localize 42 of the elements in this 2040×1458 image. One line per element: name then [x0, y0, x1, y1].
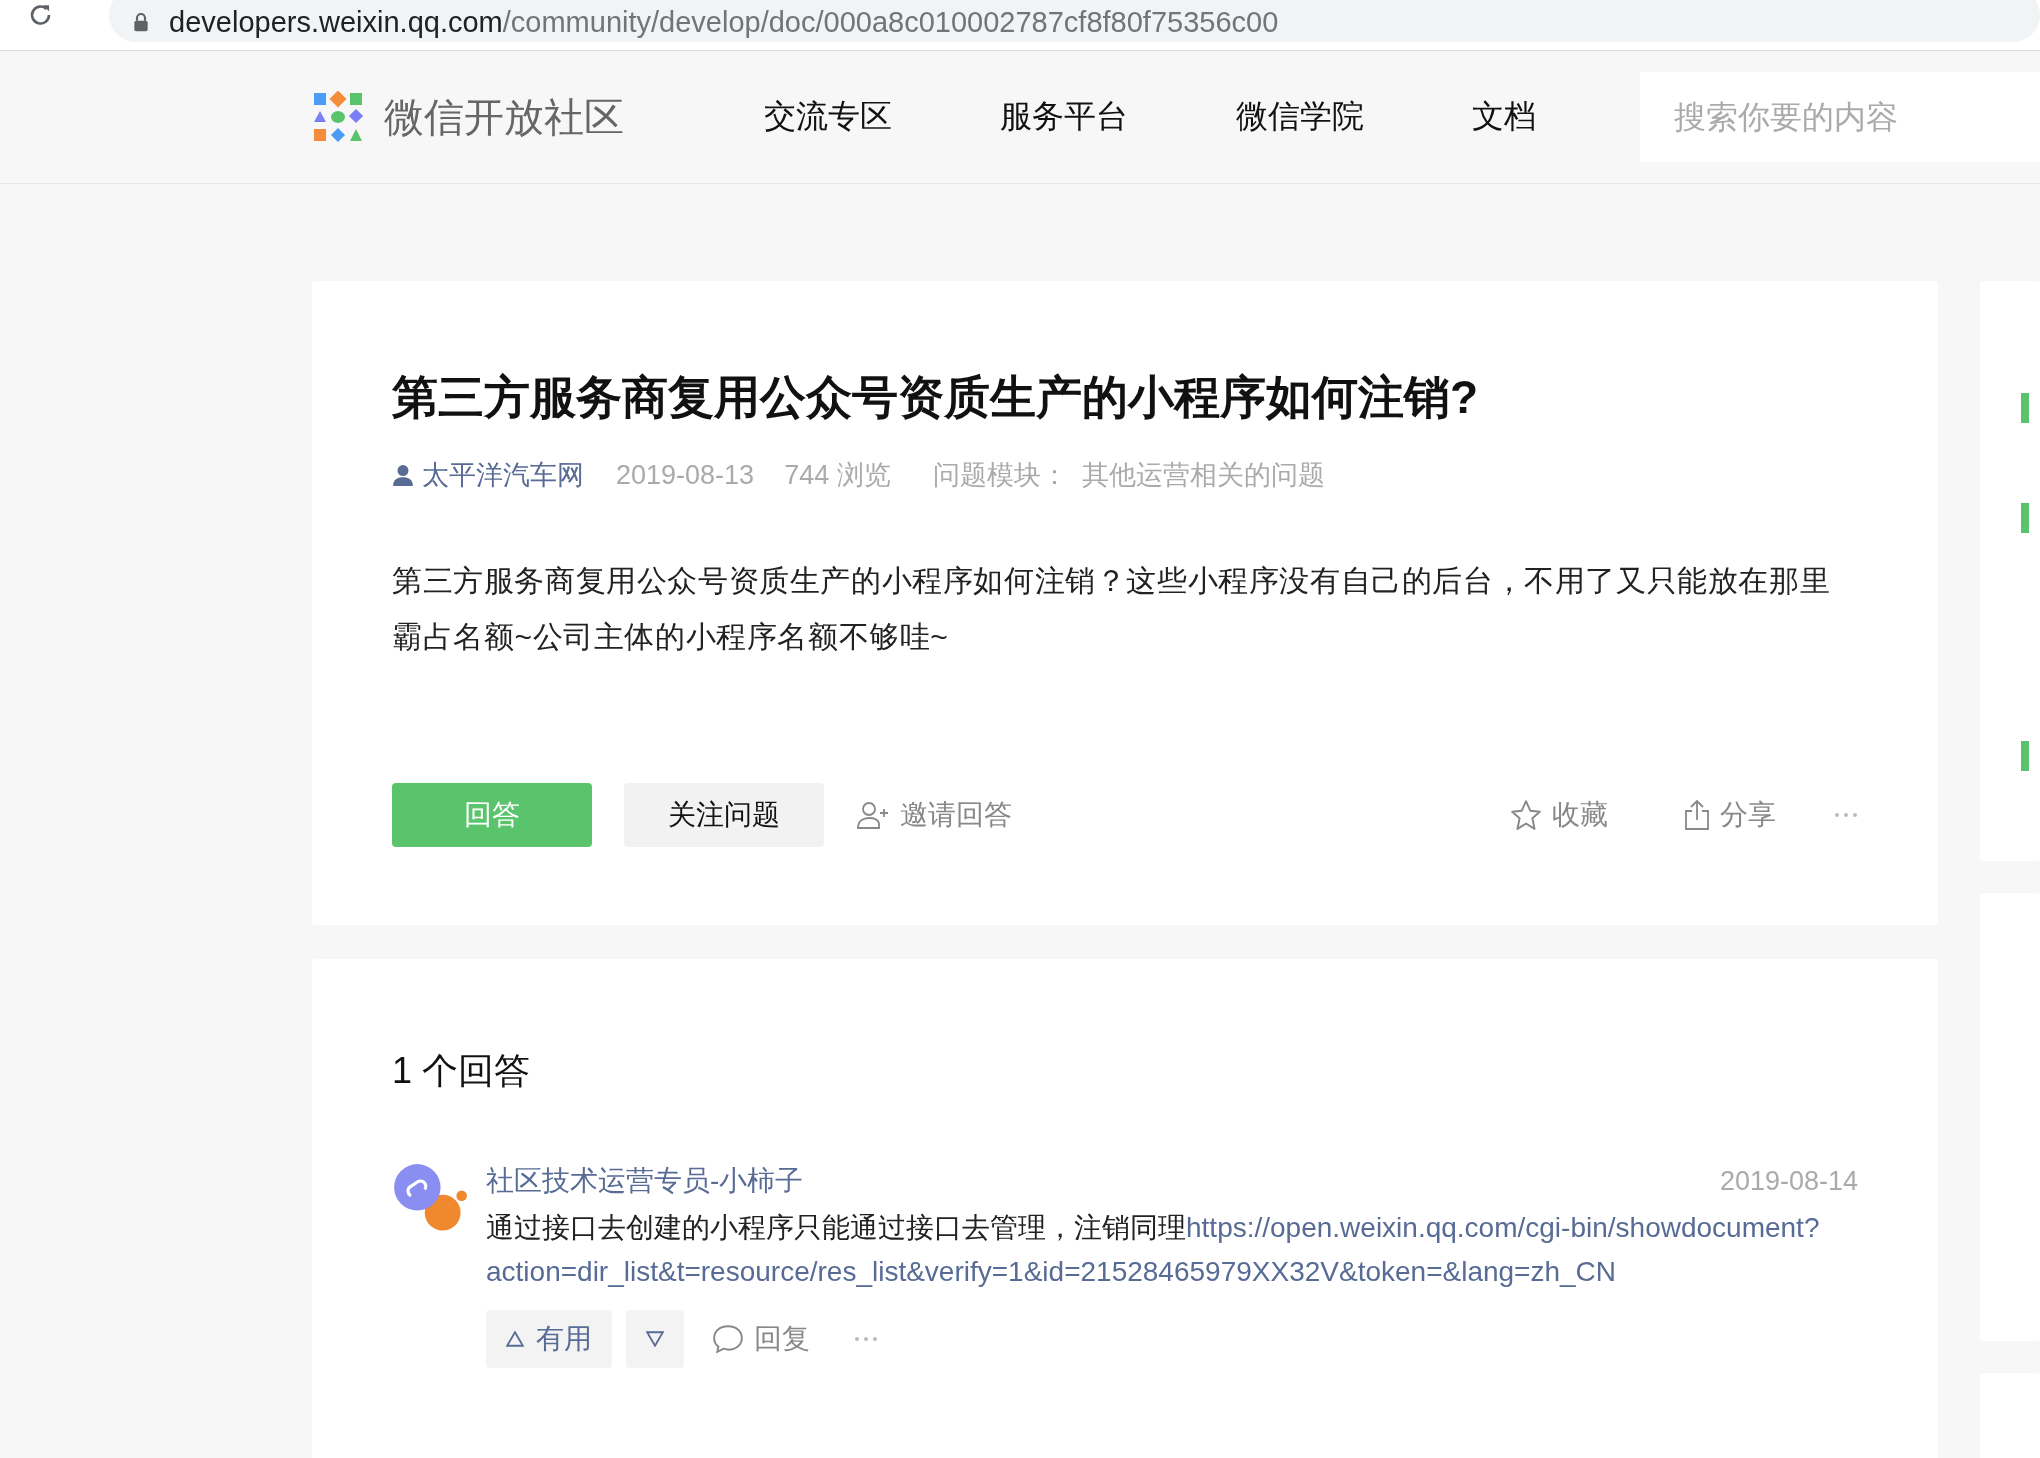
star-icon — [1510, 799, 1542, 831]
triangle-down-icon — [646, 1331, 664, 1347]
reply-button[interactable]: 回复 — [712, 1320, 810, 1358]
search-field[interactable]: 搜索你要的内容 — [1640, 72, 2040, 162]
more-icon[interactable] — [854, 1336, 878, 1342]
view-count: 744 浏览 — [784, 459, 891, 492]
share-icon — [1684, 798, 1710, 832]
post-date: 2019-08-13 — [616, 459, 755, 491]
tag-marker — [2021, 741, 2029, 771]
question-body: 第三方服务商复用公众号资质生产的小程序如何注销？这些小程序没有自己的后台，不用了又只能放在那里霸占名额~公司主体的小程序名额不够哇~ — [392, 563, 1832, 655]
address-bar[interactable]: developers.weixin.qq.com/community/develop/doc/000a8c010002787cf8f80f75356c00 — [109, 0, 2040, 42]
module-name: 其他运营相关的问题 — [1081, 459, 1325, 492]
invite-button[interactable]: 邀请回答 — [856, 796, 1012, 834]
downvote-button[interactable] — [626, 1310, 684, 1368]
answer-date: 2019-08-14 — [1719, 1165, 1858, 1197]
answer-count: 1 个回答 — [392, 1049, 532, 1093]
answer-link[interactable]: action=dir_list&t=resource/res_list&verify=1&id=21528465979XX32V&token=&lang=zh_CN — [486, 1256, 1617, 1287]
comment-icon — [712, 1324, 744, 1354]
logo-icon[interactable] — [312, 91, 364, 143]
follow-button[interactable]: 关注问题 — [624, 783, 824, 847]
more-icon[interactable] — [1834, 812, 1858, 818]
share-button[interactable]: 分享 — [1684, 796, 1776, 834]
url-text: developers.weixin.qq.com/community/develop/doc/000a8c010002787cf8f80f75356c00 — [169, 5, 1279, 39]
favorite-button[interactable]: 收藏 — [1510, 796, 1608, 834]
module-label: 问题模块： — [932, 459, 1068, 492]
nav-link[interactable]: 文档 — [1472, 95, 1536, 139]
tag-marker — [2021, 503, 2029, 533]
lock-icon — [133, 12, 150, 32]
nav-link[interactable]: 微信学院 — [1236, 95, 1364, 139]
answer-text: 通过接口去创建的小程序只能通过接口去管理，注销同理https://open.weixin.qq.com/cgi-bin/showdocument? action=dir_list&t=resource/res_list&verify=1&id=21528465979XX32V&token=&lang=zh_CN — [486, 1211, 1821, 1289]
triangle-up-icon — [506, 1331, 524, 1347]
user-icon — [392, 464, 414, 486]
answer-link[interactable]: https://open.weixin.qq.com/cgi-bin/showdocument? — [1186, 1212, 1820, 1243]
site-name[interactable]: 微信开放社区 — [384, 89, 624, 145]
nav-link[interactable]: 交流专区 — [764, 95, 892, 139]
nav-link[interactable]: 服务平台 — [1000, 95, 1128, 139]
question-title: 第三方服务商复用公众号资质生产的小程序如何注销? — [392, 370, 1480, 425]
useful-button[interactable]: 有用 — [486, 1310, 612, 1368]
tag-marker — [2021, 393, 2029, 423]
author-link[interactable]: 太平洋汽车网 — [422, 457, 584, 493]
answer-author[interactable]: 社区技术运营专员-小柿子 — [486, 1162, 804, 1200]
add-user-icon — [856, 800, 890, 830]
